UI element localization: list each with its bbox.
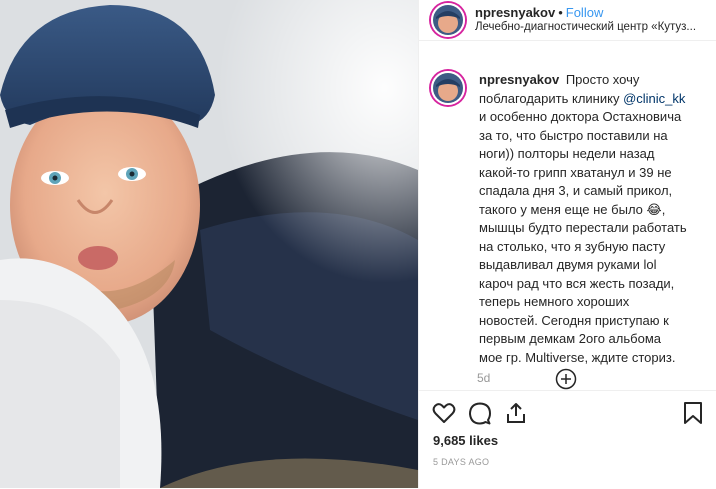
caption-line: теперь немного хороших <box>479 294 630 309</box>
caption-line: спадала дня 3, и самый прикол, <box>479 183 673 198</box>
caption-line: и особенно доктора Остахновича <box>479 109 682 124</box>
heart-icon[interactable] <box>432 401 456 430</box>
author-avatar[interactable] <box>431 3 465 37</box>
post-photo[interactable] <box>0 0 418 488</box>
caption-line: какой-то грипп хватанул и 39 не <box>479 164 672 180</box>
post-panel: npresnyakov • Follow Лечебно-диагностическ… <box>418 0 716 488</box>
share-icon[interactable] <box>504 401 528 430</box>
mention-link[interactable]: @clinic_kk <box>623 91 685 106</box>
caption-avatar[interactable] <box>431 71 465 105</box>
caption-line: первым демкам 2ого альбома <box>479 331 661 346</box>
caption-text: npresnyakov Просто хочу поблагодарить кл… <box>479 71 691 367</box>
caption-line: такого у меня еще не было 😂, <box>479 201 666 217</box>
separator-dot: • <box>558 5 563 20</box>
caption-line: Просто хочу <box>565 72 640 87</box>
action-bar: 9,685 likes 5 DAYS AGO <box>419 390 716 489</box>
follow-button[interactable]: Follow <box>566 5 604 20</box>
caption-line: выдавливал двумя руками lol <box>479 257 657 272</box>
caption-line: новостей. Сегодня приступаю к <box>479 312 669 328</box>
caption-line: мышцы будто перестали работать <box>479 220 687 235</box>
post-header: npresnyakov • Follow Лечебно-диагностическ… <box>419 0 716 41</box>
bookmark-icon[interactable] <box>682 401 704 430</box>
likes-count[interactable]: 9,685 likes <box>433 433 498 448</box>
post-date[interactable]: 5 DAYS AGO <box>433 457 489 467</box>
caption-line: мое гр. Multiverse, ждите сториз. <box>479 349 676 365</box>
location-link[interactable]: Лечебно-диагностический центр «Кутуз... <box>475 20 696 35</box>
plus-circle-icon[interactable] <box>555 368 577 390</box>
comment-age[interactable]: 5d <box>477 371 716 385</box>
author-username[interactable]: npresnyakov <box>475 5 555 20</box>
caption-line: поблагодарить клинику <box>479 90 624 106</box>
selfie-image <box>0 0 418 488</box>
caption-line: на столько, что я зубную пасту <box>479 238 666 254</box>
caption-line: кароч рад что вся жесть позади, <box>479 275 675 291</box>
caption-line: ноги)) полторы недели назад <box>479 146 655 161</box>
caption-username[interactable]: npresnyakov <box>479 72 559 87</box>
caption-comment: npresnyakov Просто хочу поблагодарить кл… <box>419 41 716 367</box>
instagram-post: npresnyakov • Follow Лечебно-диагностическ… <box>0 0 716 488</box>
comment-icon[interactable] <box>468 401 492 430</box>
caption-line: за то, что быстро поставили на <box>479 127 668 143</box>
